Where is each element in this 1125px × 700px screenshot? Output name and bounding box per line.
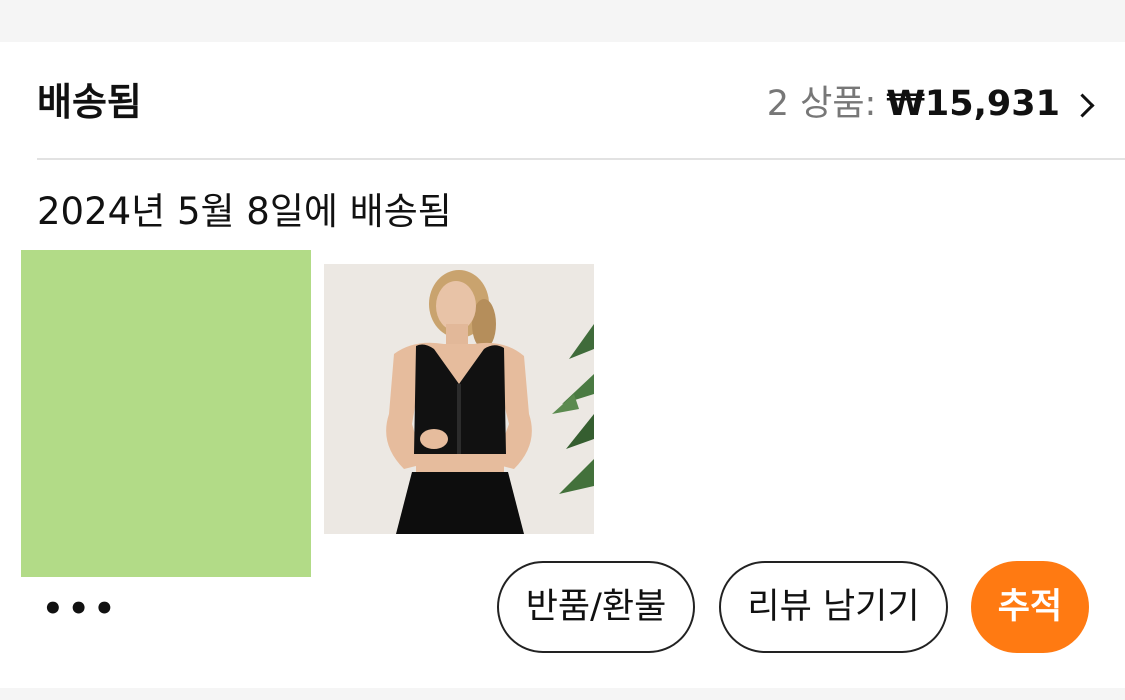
item-count: 2 상품 [766,84,865,124]
order-header[interactable]: 배송됨 2 상품 : ₩15,931 [0,42,1125,158]
track-button[interactable]: 추적 [971,561,1089,653]
divider [37,158,1125,160]
product-thumbnail-photo[interactable] [324,264,594,534]
return-refund-button[interactable]: 반품/환불 [497,561,695,653]
order-card: 배송됨 2 상품 : ₩15,931 2024년 5월 8일에 배송됨 ••• … [0,42,1125,688]
order-status-title: 배송됨 [37,80,142,124]
leave-review-button[interactable]: 리뷰 남기기 [719,561,948,653]
product-thumbnail-placeholder[interactable] [21,250,311,577]
delivered-date: 2024년 5월 8일에 배송됨 [37,190,452,233]
woman-sports-bra-image [324,264,594,534]
chevron-right-icon[interactable] [1070,92,1095,118]
summary-colon: : [864,84,877,124]
order-summary[interactable]: 2 상품 : ₩15,931 [766,80,1095,128]
more-options-icon[interactable]: ••• [42,592,119,626]
order-total: ₩15,931 [886,84,1060,124]
